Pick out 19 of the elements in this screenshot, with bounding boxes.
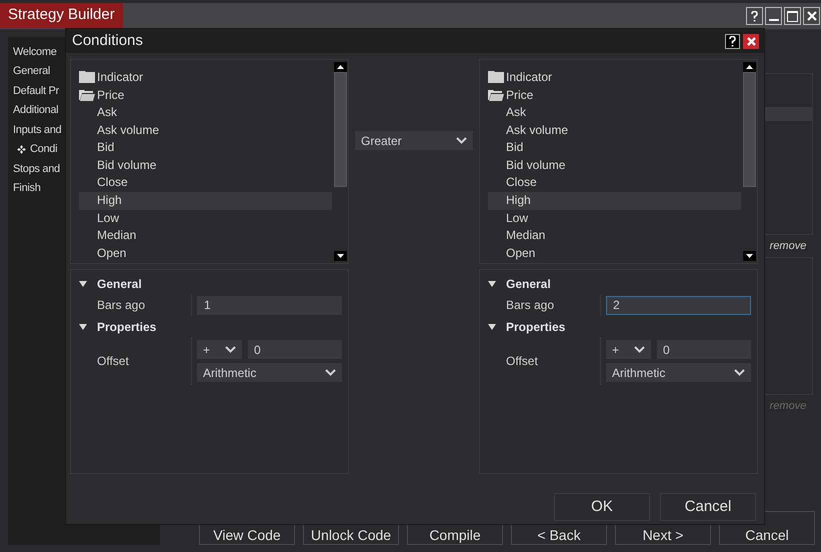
property-label: Bars ago	[505, 297, 556, 314]
operator-value: Greater	[361, 132, 402, 150]
folder-label: Indicator	[506, 69, 552, 86]
section-title: General	[97, 276, 142, 292]
property-label: Offset	[96, 353, 130, 370]
operator-value: +	[203, 342, 210, 358]
mode-value: Arithmetic	[203, 364, 256, 382]
section-title: General	[506, 276, 551, 292]
operator-value: +	[612, 342, 620, 358]
section-title: Properties	[97, 318, 156, 336]
folder-label: Price	[506, 87, 534, 104]
dialog-title: Conditions	[72, 30, 143, 51]
mode-value: Arithmetic	[612, 364, 666, 382]
section-title: Properties	[506, 318, 566, 336]
window-title: Strategy Builder	[0, 3, 123, 28]
property-label: Bars ago	[96, 297, 146, 314]
folder-label: Indicator	[97, 69, 144, 86]
folder-label: Price	[97, 87, 124, 104]
property-label: Offset	[505, 353, 539, 370]
